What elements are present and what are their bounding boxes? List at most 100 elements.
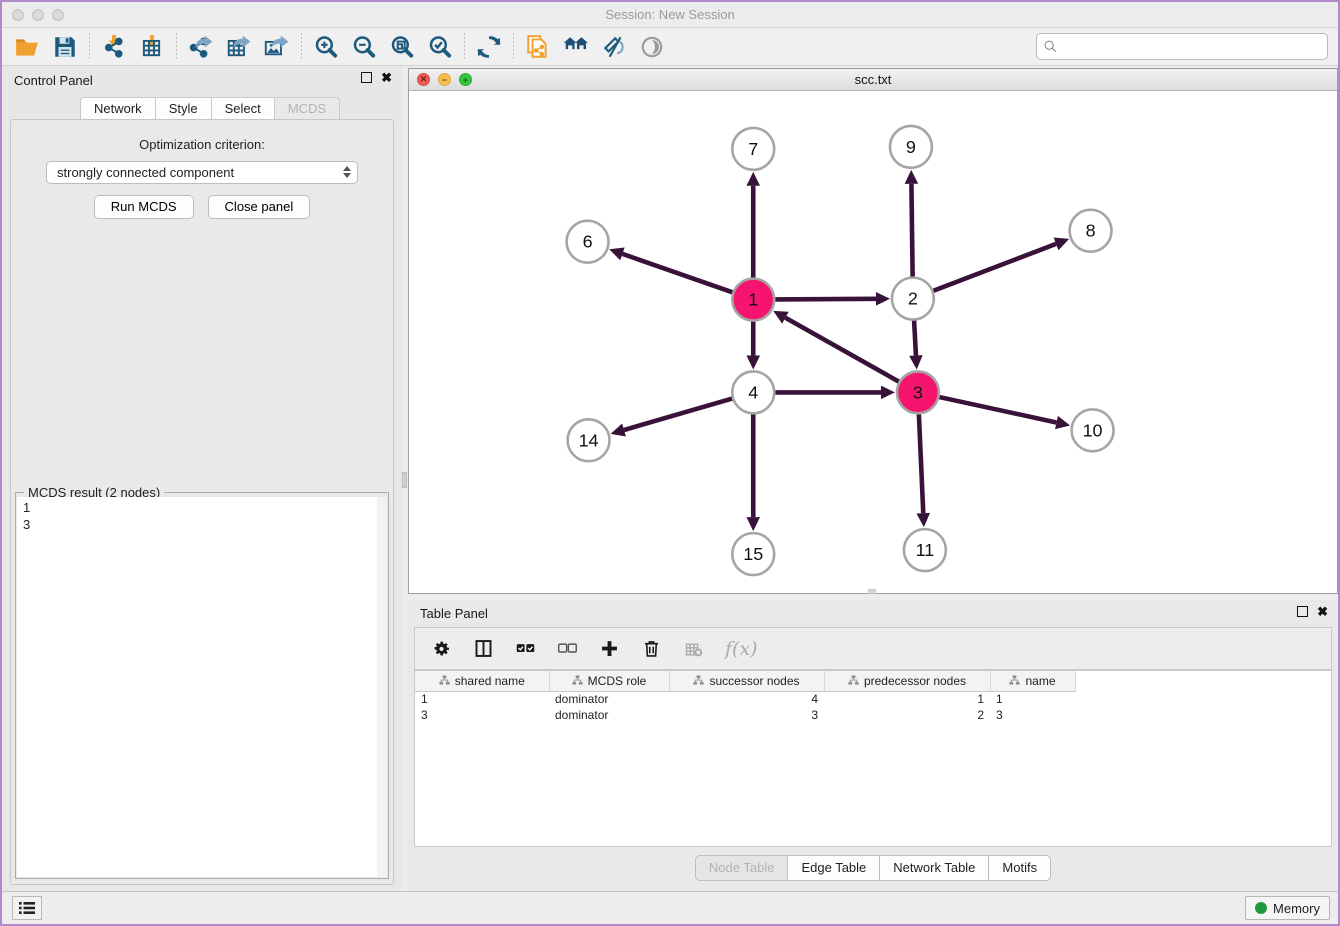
- network-minimize-button[interactable]: −: [438, 73, 451, 86]
- tab-motifs[interactable]: Motifs: [988, 855, 1051, 881]
- first-neighbors-button[interactable]: [557, 31, 595, 63]
- table-cell[interactable]: 1: [415, 691, 549, 707]
- select-all-button[interactable]: [515, 638, 536, 659]
- close-window-button[interactable]: [12, 9, 24, 21]
- graph-node-8[interactable]: 8: [1070, 210, 1112, 252]
- table-cell[interactable]: 3: [669, 707, 824, 723]
- graph-edge-3-10[interactable]: [939, 397, 1056, 422]
- graph-edge-1-2[interactable]: [775, 299, 876, 300]
- create-column-button[interactable]: [599, 638, 620, 659]
- graph-node-6[interactable]: 6: [567, 221, 609, 263]
- graph-node-11[interactable]: 11: [904, 529, 946, 571]
- tab-node-table[interactable]: Node Table: [695, 855, 788, 881]
- memory-button[interactable]: Memory: [1245, 896, 1330, 920]
- zoom-fit-button[interactable]: [383, 31, 421, 63]
- import-network-icon: [101, 34, 127, 60]
- graph-node-3[interactable]: 3: [897, 371, 939, 413]
- table-cell[interactable]: 1: [990, 691, 1075, 707]
- graph-edge-2-9[interactable]: [911, 184, 912, 277]
- tab-select[interactable]: Select: [211, 97, 274, 121]
- apply-layout-button[interactable]: [470, 31, 508, 63]
- graph-node-4[interactable]: 4: [732, 371, 774, 413]
- import-table-icon: [139, 34, 165, 60]
- column-header-predecessor-nodes[interactable]: predecessor nodes: [824, 671, 990, 691]
- column-header-MCDS-role[interactable]: MCDS role: [549, 671, 669, 691]
- tab-edge-table[interactable]: Edge Table: [787, 855, 879, 881]
- graph-edge-1-6[interactable]: [622, 254, 732, 292]
- tab-style[interactable]: Style: [155, 97, 211, 121]
- float-table-panel-icon[interactable]: [1297, 606, 1308, 617]
- column-header-successor-nodes[interactable]: successor nodes: [669, 671, 824, 691]
- save-session-button[interactable]: [46, 31, 84, 63]
- toggle-labels-button[interactable]: [595, 31, 633, 63]
- plus-icon: [599, 638, 620, 659]
- show-columns-button[interactable]: [473, 638, 494, 659]
- export-table-button[interactable]: [220, 31, 258, 63]
- graph-edge-2-3[interactable]: [914, 321, 916, 356]
- graph-node-14[interactable]: 14: [568, 419, 610, 461]
- zoom-in-button[interactable]: [307, 31, 345, 63]
- task-history-button[interactable]: [12, 896, 42, 920]
- tab-mcds[interactable]: MCDS: [274, 97, 340, 121]
- table-cell[interactable]: 1: [824, 691, 990, 707]
- table-cell[interactable]: 3: [415, 707, 549, 723]
- graph-node-1[interactable]: 1: [732, 279, 774, 321]
- network-close-button[interactable]: ✕: [417, 73, 430, 86]
- table-cell[interactable]: 3: [990, 707, 1075, 723]
- column-sort-icon: [693, 675, 704, 686]
- open-session-button[interactable]: [8, 31, 46, 63]
- zoom-out-icon: [351, 34, 377, 60]
- network-window-titlebar[interactable]: ✕ − + scc.txt: [409, 69, 1337, 91]
- graph-edge-3-11[interactable]: [919, 414, 923, 513]
- column-header-shared-name[interactable]: shared name: [415, 671, 549, 691]
- tab-network[interactable]: Network: [80, 97, 155, 121]
- zoom-out-button[interactable]: [345, 31, 383, 63]
- network-canvas[interactable]: 7 9 6 8 1 2 4 3 14 10 15 11: [409, 91, 1337, 593]
- node-label: 6: [583, 232, 593, 252]
- search-box[interactable]: [1036, 33, 1328, 60]
- table-cell[interactable]: dominator: [549, 691, 669, 707]
- search-input[interactable]: [1062, 39, 1321, 54]
- table-row[interactable]: 3dominator323: [415, 707, 1075, 723]
- splitter-grip[interactable]: [402, 472, 407, 488]
- import-network-button[interactable]: [95, 31, 133, 63]
- graph-edge-3-1[interactable]: [785, 318, 898, 382]
- export-network-button[interactable]: [182, 31, 220, 63]
- graph-node-15[interactable]: 15: [732, 533, 774, 575]
- network-maximize-button[interactable]: +: [459, 73, 472, 86]
- maximize-window-button[interactable]: [52, 9, 64, 21]
- mcds-result-text[interactable]: 1 3: [17, 497, 387, 877]
- table-cell[interactable]: 2: [824, 707, 990, 723]
- close-table-panel-icon[interactable]: ✖: [1317, 606, 1328, 617]
- graph-node-2[interactable]: 2: [892, 278, 934, 320]
- import-table-button[interactable]: [133, 31, 171, 63]
- deselect-all-button[interactable]: [557, 638, 578, 659]
- show-hide-button[interactable]: [633, 31, 671, 63]
- run-mcds-button[interactable]: Run MCDS: [94, 195, 194, 219]
- export-image-button[interactable]: [258, 31, 296, 63]
- hide-labels-icon: [601, 34, 627, 60]
- export-network-icon: [188, 34, 214, 60]
- graph-node-7[interactable]: 7: [732, 128, 774, 170]
- node-label: 15: [743, 544, 763, 564]
- table-settings-button[interactable]: [431, 638, 452, 659]
- minimize-window-button[interactable]: [32, 9, 44, 21]
- table-cell[interactable]: 4: [669, 691, 824, 707]
- table-cell[interactable]: dominator: [549, 707, 669, 723]
- table-row[interactable]: 1dominator411: [415, 691, 1075, 707]
- zoom-selected-button[interactable]: [421, 31, 459, 63]
- tab-network-table[interactable]: Network Table: [879, 855, 988, 881]
- delete-column-button[interactable]: [641, 638, 662, 659]
- clone-network-button[interactable]: [519, 31, 557, 63]
- graph-edge-2-8[interactable]: [933, 244, 1056, 291]
- column-header-name[interactable]: name: [990, 671, 1075, 691]
- graph-node-10[interactable]: 10: [1072, 409, 1114, 451]
- close-panel-button[interactable]: Close panel: [208, 195, 311, 219]
- float-panel-icon[interactable]: [361, 72, 372, 83]
- graph-edge-4-14[interactable]: [624, 399, 732, 430]
- optimization-criterion-select[interactable]: strongly connected component: [46, 161, 358, 184]
- close-panel-icon[interactable]: ✖: [381, 72, 392, 83]
- splitter-grip-horizontal[interactable]: [868, 589, 876, 594]
- result-scrollbar[interactable]: [377, 497, 387, 877]
- graph-node-9[interactable]: 9: [890, 126, 932, 168]
